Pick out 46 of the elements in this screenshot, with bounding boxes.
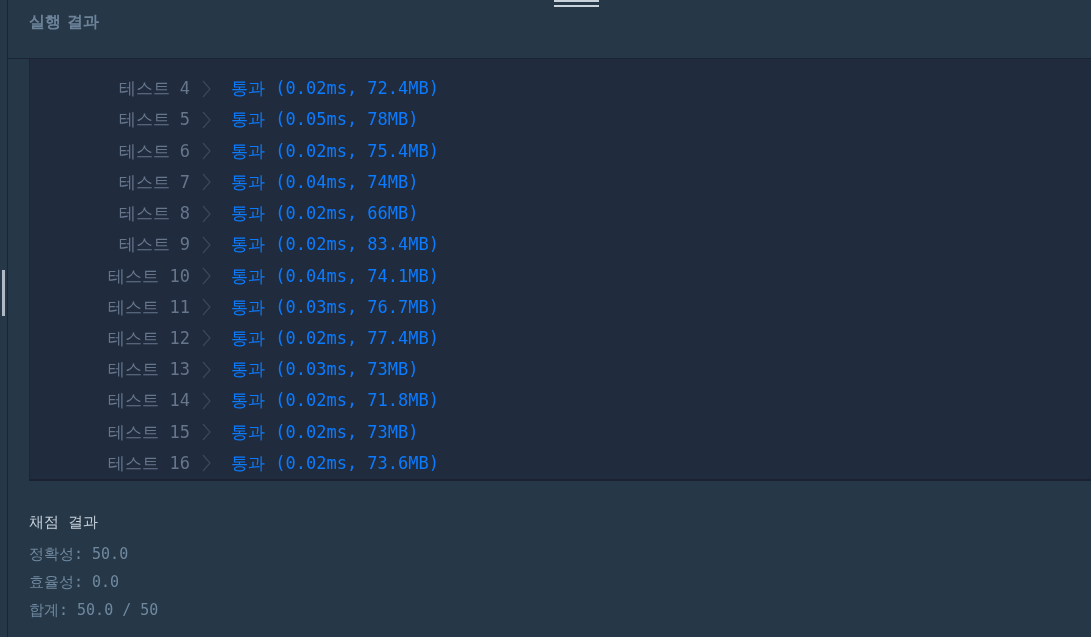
test-result: 통과 (0.02ms, 73.6MB) bbox=[231, 451, 439, 475]
chevron-icon bbox=[202, 454, 211, 473]
chevron-icon bbox=[202, 173, 211, 192]
chevron-icon bbox=[202, 110, 211, 129]
chevron-icon bbox=[202, 391, 211, 410]
test-label: 테스트 6 bbox=[118, 139, 190, 163]
grading-title: 채점 결과 bbox=[29, 512, 99, 533]
test-label: 테스트 11 bbox=[108, 295, 190, 319]
chevron-icon bbox=[202, 204, 211, 223]
chevron-icon bbox=[202, 423, 211, 442]
score-line: 합계: 50.0 / 50 bbox=[29, 600, 159, 621]
chevron-icon bbox=[202, 360, 211, 379]
test-result: 통과 (0.05ms, 78MB) bbox=[231, 108, 419, 132]
test-result: 통과 (0.04ms, 74.1MB) bbox=[231, 264, 439, 288]
test-label: 테스트 15 bbox=[108, 420, 190, 444]
chevron-icon bbox=[202, 79, 211, 98]
test-result: 통과 (0.03ms, 73MB) bbox=[231, 358, 419, 382]
test-label: 테스트 9 bbox=[118, 233, 190, 257]
test-result: 통과 (0.02ms, 83.4MB) bbox=[231, 233, 439, 257]
test-label: 테스트 4 bbox=[118, 77, 190, 101]
chevron-icon bbox=[202, 267, 211, 285]
chevron-icon bbox=[202, 298, 211, 317]
test-result: 통과 (0.02ms, 66MB) bbox=[231, 202, 419, 226]
score-line: 정확성: 50.0 bbox=[29, 544, 129, 565]
chevron-icon bbox=[202, 142, 211, 161]
test-result: 통과 (0.02ms, 75.4MB) bbox=[231, 139, 439, 163]
chevron-icon bbox=[202, 235, 211, 254]
score-line: 효율성: 0.0 bbox=[29, 572, 120, 593]
resize-handle-icon[interactable] bbox=[2, 270, 5, 316]
chevron-icon bbox=[202, 329, 211, 348]
test-label: 테스트 8 bbox=[118, 202, 190, 226]
test-result: 통과 (0.02ms, 77.4MB) bbox=[231, 327, 439, 350]
test-label: 테스트 16 bbox=[108, 451, 190, 475]
test-label: 테스트 14 bbox=[108, 389, 190, 413]
test-result: 통과 (0.02ms, 72.4MB) bbox=[231, 77, 439, 101]
test-label: 테스트 13 bbox=[108, 358, 190, 382]
test-result: 통과 (0.02ms, 71.8MB) bbox=[231, 389, 439, 413]
test-label: 테스트 7 bbox=[118, 170, 190, 194]
panel-title: 실행 결과 bbox=[29, 11, 99, 33]
test-result: 통과 (0.03ms, 76.7MB) bbox=[231, 295, 439, 319]
drag-handle-icon[interactable] bbox=[554, 0, 599, 7]
test-label: 테스트 10 bbox=[108, 264, 190, 288]
test-result: 통과 (0.04ms, 74MB) bbox=[231, 170, 419, 194]
test-result: 통과 (0.02ms, 73MB) bbox=[231, 420, 419, 444]
test-label: 테스트 12 bbox=[108, 327, 190, 350]
test-label: 테스트 5 bbox=[118, 108, 190, 132]
